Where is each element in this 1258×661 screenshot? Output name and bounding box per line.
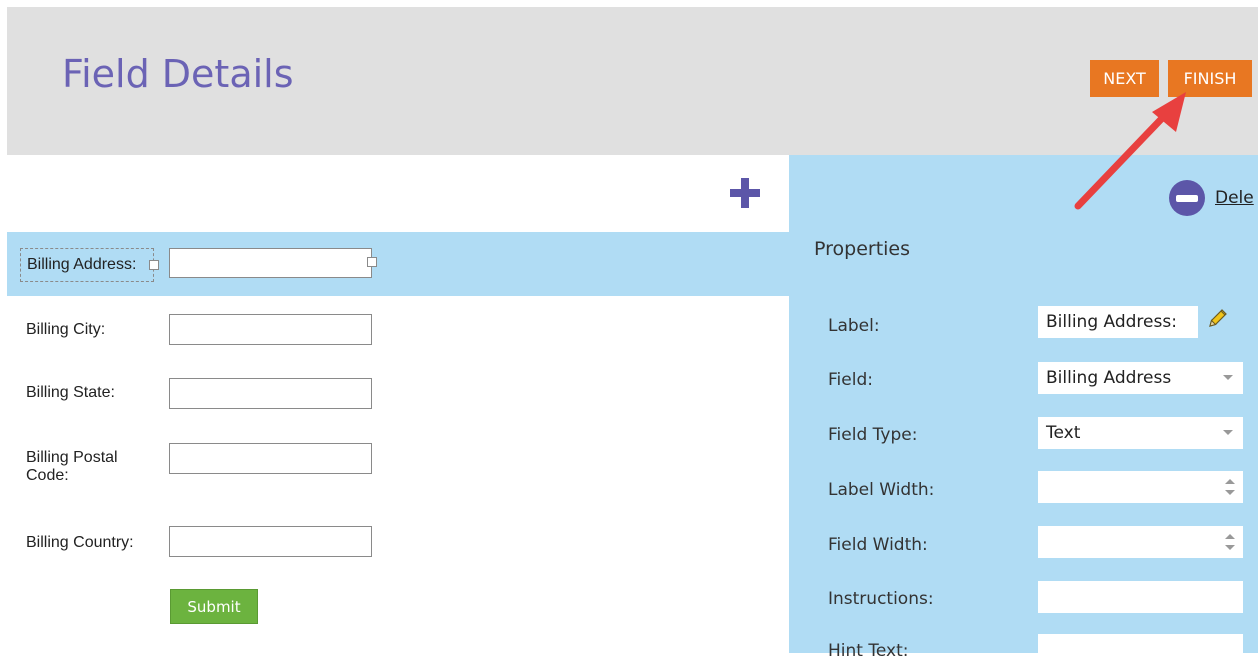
submit-button[interactable]: Submit [170,589,258,624]
field-label-billing-state: Billing State: [26,384,115,401]
field-select[interactable]: Billing Address [1038,362,1243,394]
pencil-icon[interactable] [1206,306,1230,330]
billing-state-input[interactable] [169,378,372,409]
chevron-down-icon [1223,430,1233,435]
field-width-stepper[interactable] [1038,526,1243,558]
label-width-stepper[interactable] [1038,471,1243,503]
field-type-select[interactable]: Text [1038,417,1243,449]
annotation-arrow [1074,92,1186,210]
resize-handle[interactable] [149,260,159,270]
field-type-select-value: Text [1046,423,1081,443]
billing-address-input[interactable] [169,248,372,278]
field-label-billing-postal-code: Billing Postal Code: [26,449,118,484]
field-label-billing-address[interactable]: Billing Address: [20,248,154,282]
page-title: Field Details [62,52,294,96]
billing-postal-code-input[interactable] [169,443,372,474]
label-property-input[interactable]: Billing Address: [1038,306,1198,338]
hint-text-property-label: Hint Text: [828,641,909,661]
field-label-billing-country: Billing Country: [26,534,134,551]
billing-city-input[interactable] [169,314,372,345]
instructions-property-label: Instructions: [828,589,934,609]
chevron-down-icon [1223,375,1233,380]
spinner-icon[interactable] [1225,479,1235,495]
properties-heading: Properties [814,238,911,260]
field-width-property-label: Field Width: [828,535,928,555]
resize-handle[interactable] [367,257,377,267]
field-property-label: Field: [828,370,873,390]
label-width-property-label: Label Width: [828,480,935,500]
hint-text-input[interactable] [1038,634,1243,653]
instructions-input[interactable] [1038,581,1243,613]
delete-link[interactable]: Dele [1215,188,1254,208]
label-property-label: Label: [828,316,880,336]
field-type-property-label: Field Type: [828,425,918,445]
plus-icon[interactable] [728,176,762,210]
field-label-billing-city: Billing City: [26,321,106,338]
spinner-icon[interactable] [1225,534,1235,550]
field-select-value: Billing Address [1046,368,1172,388]
billing-country-input[interactable] [169,526,372,557]
properties-panel [789,155,1258,653]
